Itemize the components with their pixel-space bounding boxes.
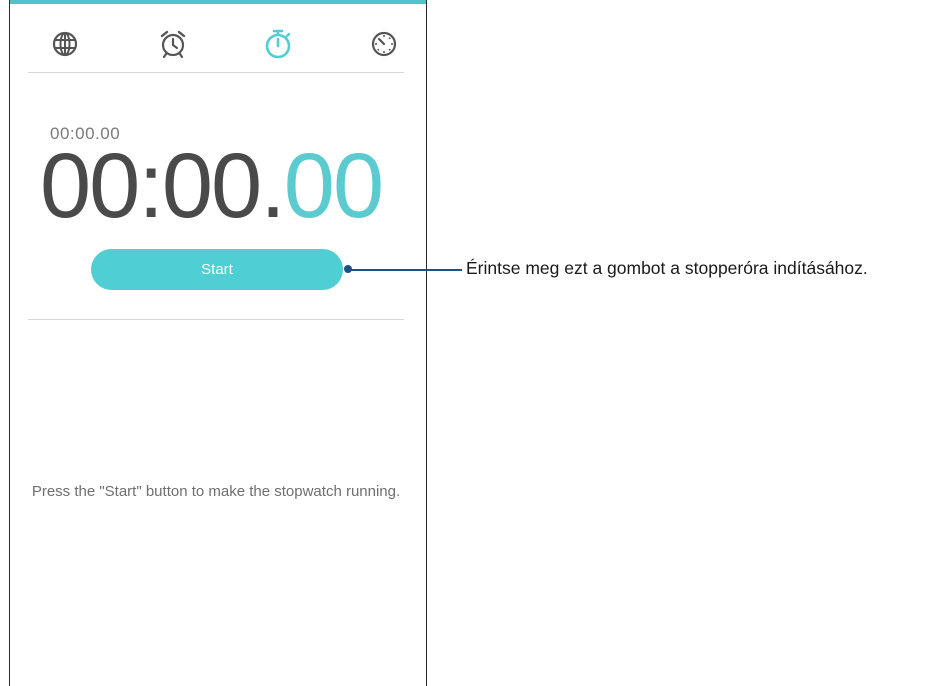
section-divider xyxy=(28,319,404,320)
phone-screen: 00:00.00 00:00.00 Start Press the "Start… xyxy=(9,0,427,686)
stopwatch-icon xyxy=(265,29,291,59)
hint-text: Press the "Start" button to make the sto… xyxy=(31,483,401,500)
alarm-clock-icon xyxy=(160,30,186,59)
tab-world-clock[interactable] xyxy=(45,24,85,64)
tab-alarm[interactable] xyxy=(153,24,193,64)
tab-timer[interactable] xyxy=(364,24,404,64)
top-accent-bar xyxy=(10,0,426,4)
start-button[interactable]: Start xyxy=(91,249,343,290)
tab-stopwatch[interactable] xyxy=(258,24,298,64)
tab-bar xyxy=(28,24,404,70)
callout-text: Érintse meg ezt a gombot a stopperóra in… xyxy=(466,258,868,278)
timer-icon xyxy=(371,31,397,57)
tab-divider xyxy=(28,72,404,73)
screenshot-canvas: 00:00.00 00:00.00 Start Press the "Start… xyxy=(0,0,948,686)
callout-line xyxy=(349,269,462,271)
globe-icon xyxy=(52,31,78,57)
time-centiseconds: 00 xyxy=(283,135,384,237)
stopwatch-time-display: 00:00.00 xyxy=(40,140,384,232)
time-minutes-seconds: 00:00. xyxy=(40,135,286,237)
